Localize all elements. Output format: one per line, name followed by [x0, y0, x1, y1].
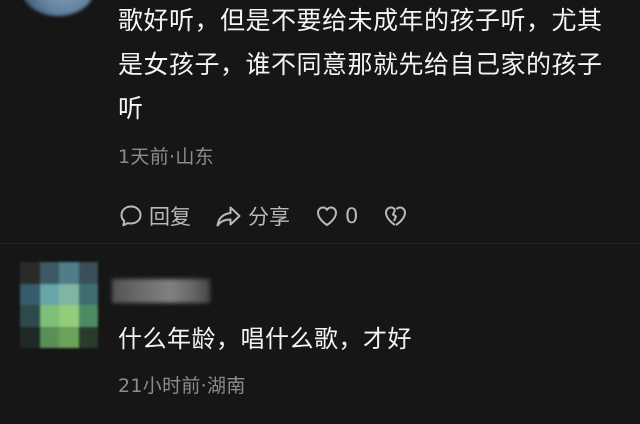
comment-meta: 21小时前·湖南: [118, 375, 246, 397]
reply-button[interactable]: 回复: [118, 201, 191, 231]
comment-text: 歌好听，但是不要给未成年的孩子听，尤其 是女孩子，谁不同意那就先给自己家的孩子 …: [118, 0, 628, 131]
comment-text-line: 歌好听，但是不要给未成年的孩子听，尤其: [118, 6, 603, 35]
comment-text-line: 听: [118, 94, 144, 123]
username-redacted[interactable]: [112, 279, 210, 303]
reply-label: 回复: [149, 205, 191, 229]
comment-actions: 回复 分享 0: [118, 199, 432, 233]
comment-bubble-icon: [120, 205, 142, 227]
commenter-avatar[interactable]: [22, 0, 94, 16]
comment-text: 什么年龄，唱什么歌，才好: [118, 325, 412, 353]
comment-meta: 1天前·山东: [118, 146, 214, 168]
broken-heart-icon: [385, 206, 407, 226]
comment-divider: [0, 243, 640, 244]
commenter-avatar[interactable]: [20, 262, 98, 348]
dislike-button[interactable]: [382, 203, 408, 229]
share-label: 分享: [248, 205, 290, 229]
heart-icon: [317, 206, 337, 226]
comment-text-line: 是女孩子，谁不同意那就先给自己家的孩子: [118, 50, 603, 79]
share-button[interactable]: 分享: [215, 201, 290, 231]
like-count: 0: [345, 204, 359, 228]
like-button[interactable]: 0: [314, 203, 358, 229]
share-arrow-icon: [216, 206, 241, 227]
